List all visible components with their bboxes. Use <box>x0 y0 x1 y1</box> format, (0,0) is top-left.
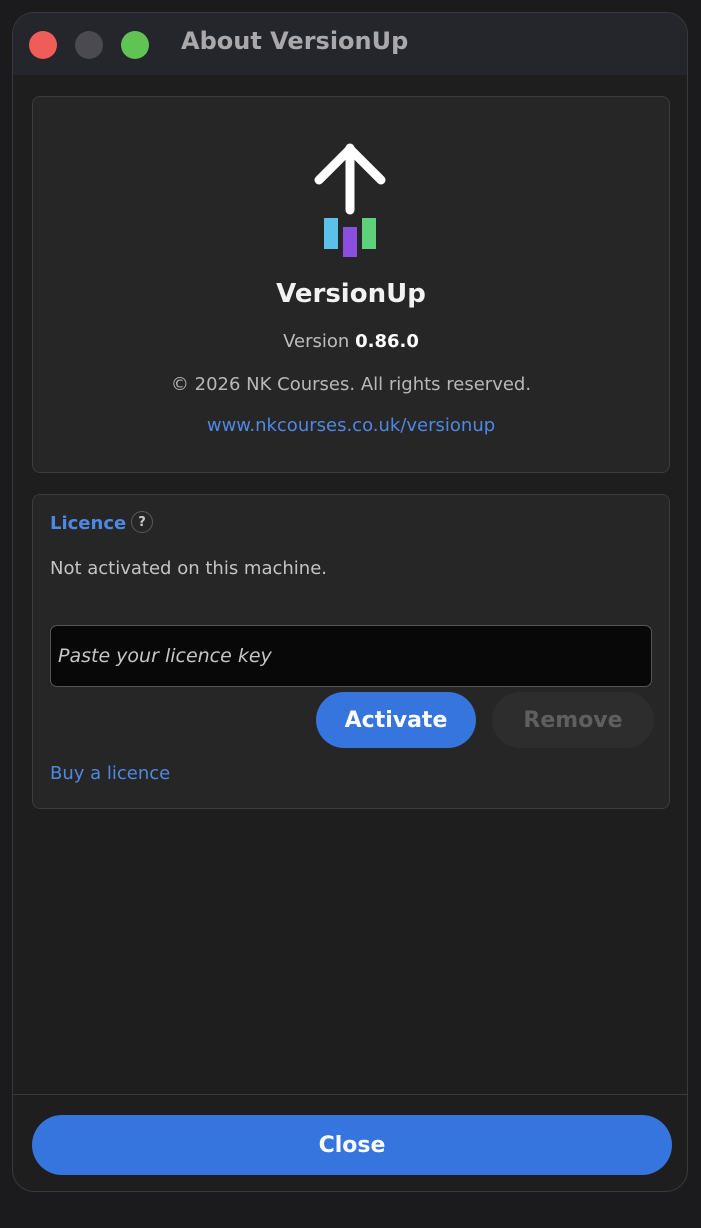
window-zoom-icon[interactable] <box>121 31 149 59</box>
licence-heading: Licence <box>50 513 127 534</box>
versionup-logo-icon <box>314 143 386 257</box>
window-close-icon[interactable] <box>29 31 57 59</box>
help-icon[interactable]: ? <box>131 511 153 533</box>
title-bar[interactable]: About VersionUp <box>13 13 687 75</box>
copyright-text: © 2026 NK Courses. All rights reserved. <box>170 374 532 395</box>
version-number: 0.86.0 <box>355 331 419 352</box>
about-window: About VersionUp VersionUp Version 0.86.0… <box>12 12 688 1192</box>
remove-button[interactable]: Remove <box>492 692 654 748</box>
close-button[interactable]: Close <box>32 1115 672 1175</box>
activate-button[interactable]: Activate <box>316 692 476 748</box>
buy-licence-link[interactable]: Buy a licence <box>50 763 170 784</box>
licence-key-input[interactable] <box>50 625 652 687</box>
licence-card: Licence ? Not activated on this machine.… <box>32 494 670 809</box>
window-title: About VersionUp <box>181 27 409 55</box>
licence-status: Not activated on this machine. <box>50 558 327 579</box>
version-label: Version <box>283 331 350 352</box>
version-line: Version 0.86.0 <box>33 331 669 352</box>
app-name: VersionUp <box>276 279 426 309</box>
website-link[interactable]: www.nkcourses.co.uk/versionup <box>33 415 669 436</box>
footer-divider <box>13 1094 687 1095</box>
window-minimize-icon[interactable] <box>75 31 103 59</box>
about-card: VersionUp Version 0.86.0 © 2026 NK Cours… <box>32 96 670 473</box>
